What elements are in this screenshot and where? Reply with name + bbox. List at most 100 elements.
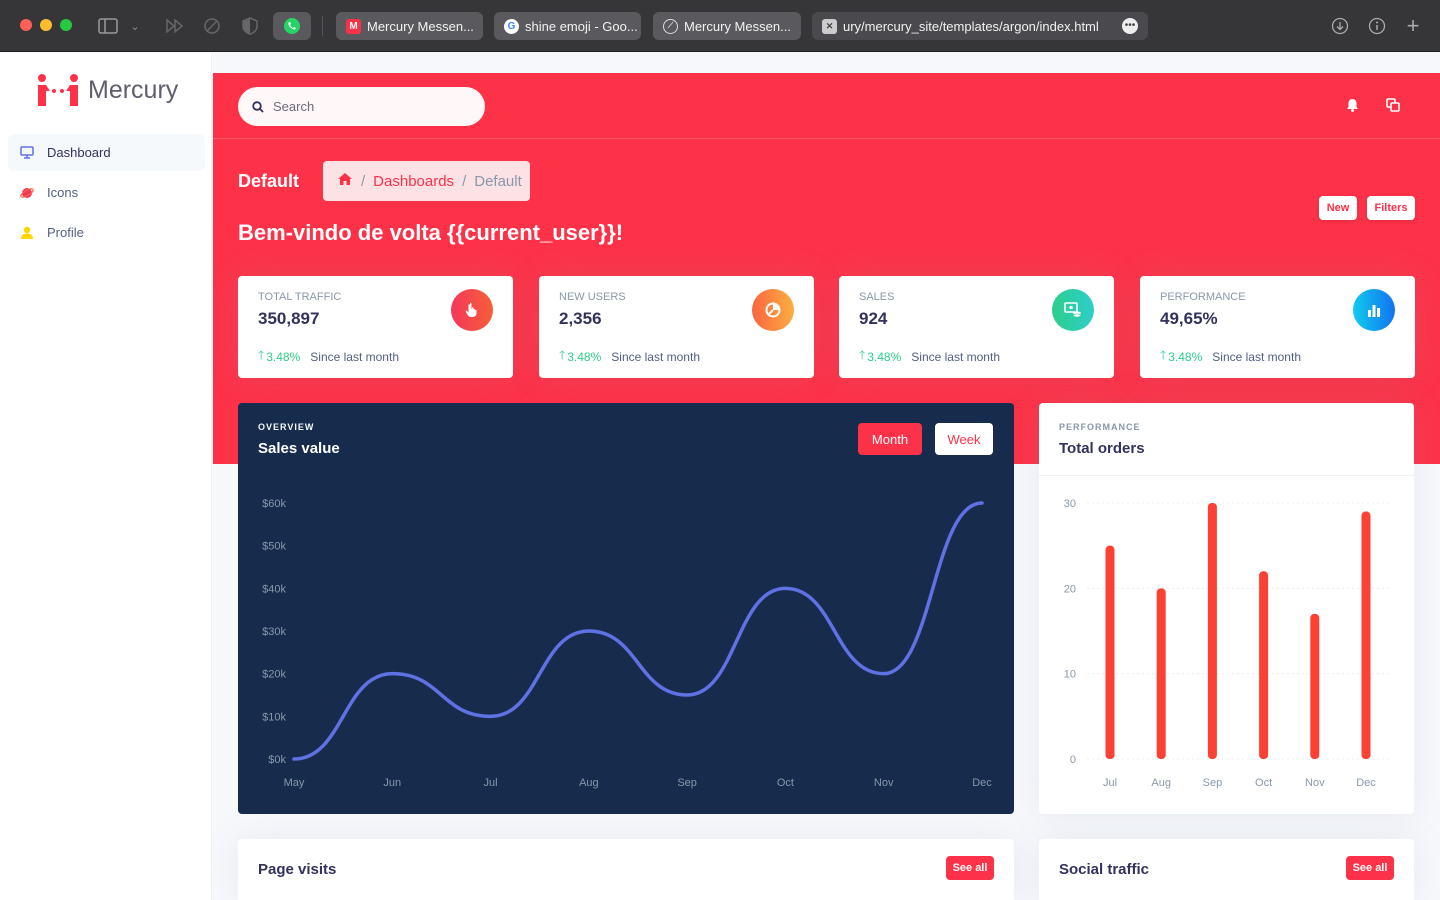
x-tick-label: Sep — [677, 777, 697, 789]
bar-chart-icon — [1353, 289, 1395, 331]
stat-change: 3.48% — [1168, 349, 1203, 364]
search-icon — [252, 100, 264, 113]
zoom-window-button[interactable] — [60, 19, 72, 31]
sidebar-item-label: Profile — [47, 225, 84, 240]
y-tick-label: $30k — [262, 626, 286, 638]
see-all-button[interactable]: See all — [1346, 856, 1394, 880]
stat-label: Sales — [859, 291, 895, 303]
arrow-up-icon: 🡑 — [1160, 348, 1167, 362]
y-tick-label: 0 — [1070, 754, 1076, 766]
y-tick-label: $50k — [262, 541, 286, 553]
breadcrumb-dashboards[interactable]: Dashboards — [373, 173, 454, 190]
bell-icon[interactable] — [1346, 98, 1360, 112]
browser-tab-2[interactable]: G shine emoji - Goo... — [494, 12, 641, 40]
y-tick-label: $10k — [262, 711, 286, 723]
sales-series-line — [292, 501, 984, 761]
bar-jul — [1105, 545, 1115, 759]
see-all-button[interactable]: See all — [946, 856, 994, 880]
welcome-message: Bem-vindo de volta {{current_user}}! — [238, 220, 624, 245]
total-orders-card: PERFORMANCE Total orders 0 10 20 30 Jul Aug Se… — [1039, 403, 1414, 814]
stat-card-total-traffic: Total traffic 350,897 🡑 3.48% Since last… — [238, 276, 513, 378]
header-divider — [213, 138, 1440, 139]
stat-change: 3.48% — [567, 349, 602, 364]
sidebar-toggle-icon[interactable] — [95, 13, 121, 39]
y-tick-label: 30 — [1064, 498, 1076, 510]
stat-label: Total traffic — [258, 291, 342, 303]
browser-tab-3[interactable]: ⟋ Mercury Messen... — [653, 12, 801, 40]
stat-value: 350,897 — [258, 309, 320, 328]
stat-value: 2,356 — [559, 309, 602, 328]
tab-label: shine emoji - Goo... — [525, 18, 638, 34]
page-favicon-icon: ✕ — [822, 18, 837, 34]
breadcrumb-current: Default — [474, 172, 522, 190]
filters-button[interactable]: Filters — [1367, 196, 1415, 220]
new-tab-icon[interactable]: + — [1400, 13, 1426, 39]
search-input[interactable]: Search — [238, 87, 485, 126]
stat-trend: 🡑 3.48% Since last month — [1160, 346, 1301, 367]
new-button[interactable]: New — [1319, 196, 1357, 220]
bar-dec — [1361, 511, 1371, 759]
brand-name: Mercury — [88, 75, 179, 104]
bar-sep — [1207, 503, 1217, 759]
tv-icon — [20, 146, 34, 160]
tab-label: Mercury Messen... — [367, 18, 474, 34]
page-title: Default — [238, 171, 300, 191]
sidebar-item-icons[interactable]: Icons — [8, 174, 205, 211]
x-tick-label: Jul — [1103, 777, 1117, 789]
home-icon[interactable] — [337, 172, 353, 190]
stat-trend: 🡑 3.48% Since last month — [258, 346, 399, 367]
x-tick-label: Jun — [383, 777, 401, 789]
breadcrumb-separator: / — [462, 172, 467, 190]
bar-aug — [1156, 588, 1166, 759]
arrow-up-icon: 🡑 — [859, 348, 866, 362]
y-tick-label: $60k — [262, 498, 286, 510]
stat-since: Since last month — [1212, 349, 1301, 364]
close-window-button[interactable] — [20, 19, 32, 31]
forward-icon[interactable] — [162, 13, 188, 39]
stat-value: 49,65% — [1160, 309, 1218, 328]
y-tick-label: 20 — [1064, 583, 1076, 595]
x-tick-label: Aug — [579, 777, 599, 789]
url-text: ury/mercury_site/templates/argon/index.h… — [843, 18, 1099, 34]
brand-logo[interactable]: Mercury — [36, 73, 178, 107]
arrow-up-icon: 🡑 — [559, 348, 566, 362]
sales-value-card: OVERVIEW Sales value Month Week $0k $10k $… — [238, 403, 1014, 814]
stat-value: 924 — [859, 309, 888, 328]
pie-chart-icon — [752, 289, 794, 331]
y-tick-label: $20k — [262, 669, 286, 681]
sidebar-item-profile[interactable]: Profile — [8, 214, 205, 251]
minimize-window-button[interactable] — [40, 19, 52, 31]
stat-change: 3.48% — [867, 349, 902, 364]
pointer-icon — [451, 289, 493, 331]
stat-trend: 🡑 3.48% Since last month — [559, 346, 700, 367]
stat-since: Since last month — [611, 349, 700, 364]
sidebar-item-label: Icons — [47, 185, 79, 200]
browser-toolbar: ⌄ M Mercury Messen... G shine emoji - Go… — [0, 0, 1440, 52]
x-tick-label: Dec — [972, 777, 992, 789]
apps-icon[interactable] — [1386, 98, 1400, 112]
download-icon[interactable] — [1327, 13, 1353, 39]
page-visits-card: Page visits See all — [238, 839, 1014, 900]
more-icon[interactable]: ••• — [1122, 18, 1138, 34]
shield-icon[interactable] — [237, 13, 263, 39]
card-title: Page visits — [258, 861, 337, 878]
stat-card-sales: Sales 924 🡑 3.48% Since last month — [839, 276, 1114, 378]
x-tick-label: Jul — [484, 777, 498, 789]
sidebar-item-dashboard[interactable]: Dashboard — [8, 134, 205, 171]
block-icon[interactable] — [199, 13, 225, 39]
info-icon[interactable] — [1364, 13, 1390, 39]
card-title: Social traffic — [1059, 861, 1150, 878]
search-placeholder: Search — [273, 99, 315, 114]
sidebar: Mercury Dashboard Icons Profile — [0, 53, 212, 900]
sidebar-item-label: Dashboard — [47, 145, 111, 160]
bar-nov — [1310, 613, 1320, 759]
address-bar[interactable]: ✕ ury/mercury_site/templates/argon/index… — [812, 12, 1148, 40]
browser-tab-1[interactable]: M Mercury Messen... — [336, 12, 483, 40]
stat-label: Performance — [1160, 291, 1246, 303]
chevron-down-icon[interactable]: ⌄ — [122, 13, 148, 39]
mercury-favicon-icon: M — [346, 18, 361, 34]
whatsapp-icon[interactable] — [273, 12, 311, 40]
stat-trend: 🡑 3.48% Since last month — [859, 346, 1000, 367]
x-tick-label: Oct — [1255, 777, 1272, 789]
compass-favicon-icon: ⟋ — [663, 18, 678, 34]
